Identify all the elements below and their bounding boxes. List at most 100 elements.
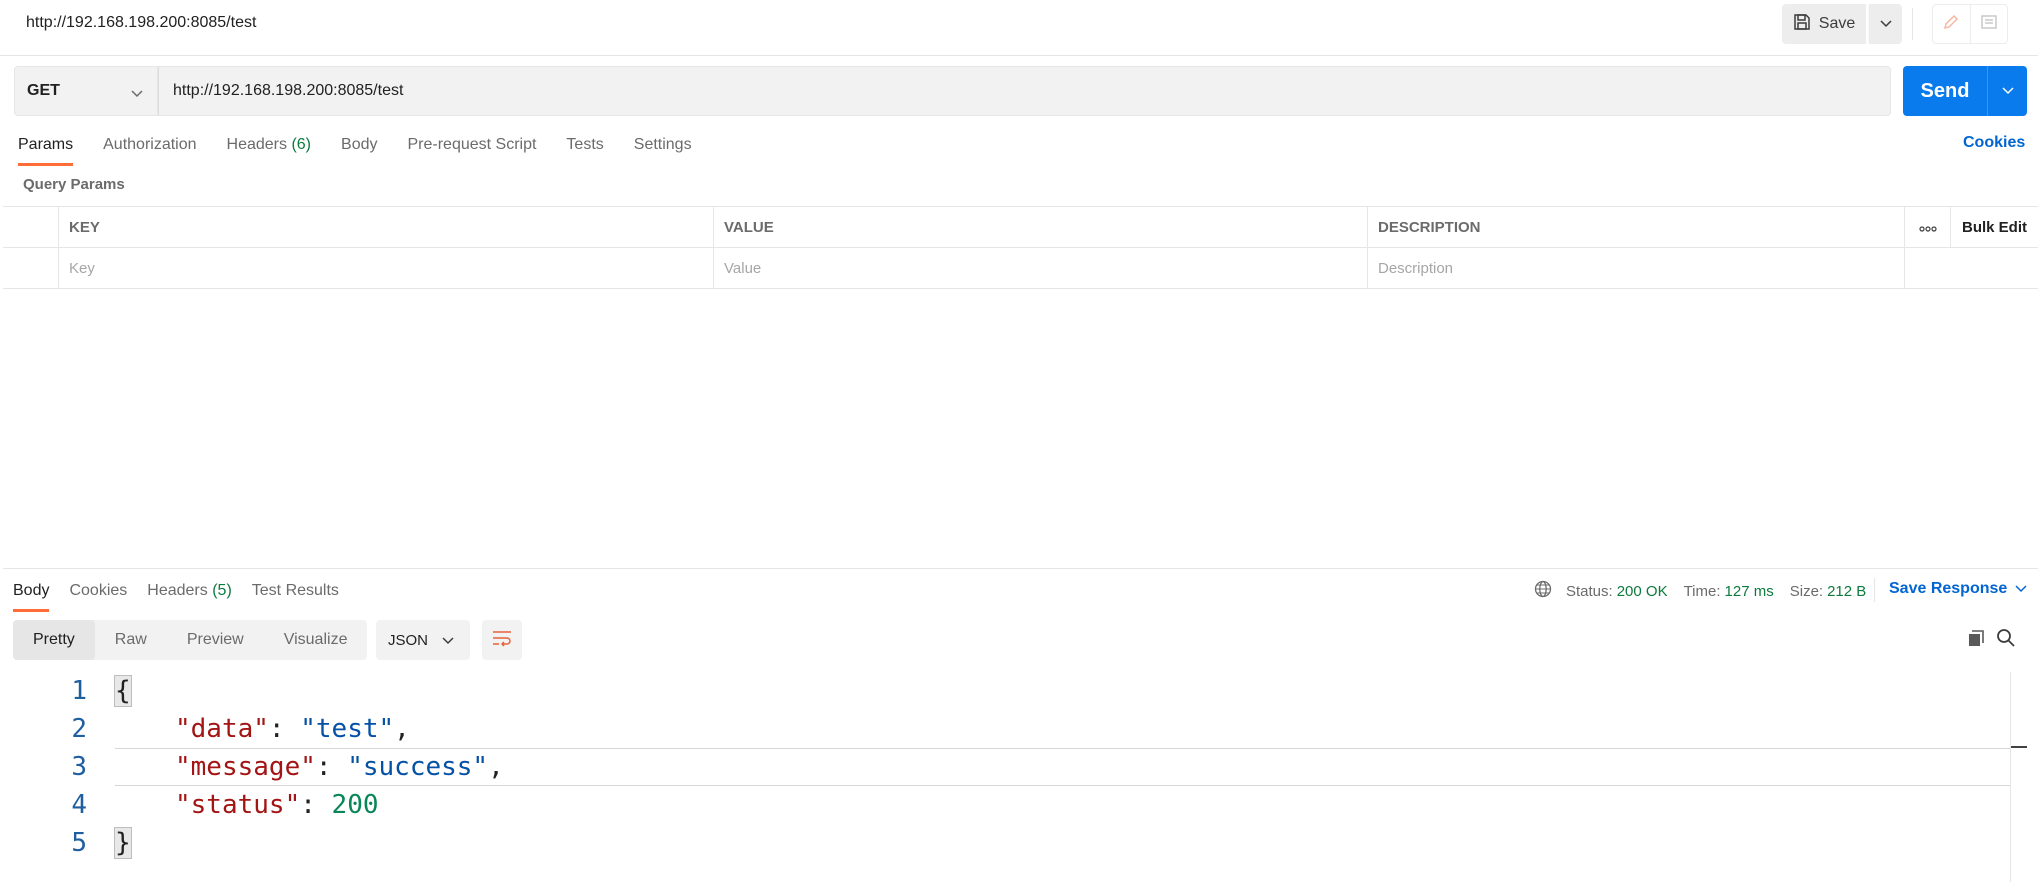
send-options-button[interactable]: [1987, 66, 2027, 116]
tab-settings[interactable]: Settings: [634, 134, 692, 166]
search-icon[interactable]: [1996, 628, 2016, 653]
json-value: 200: [331, 790, 379, 820]
column-header-key: KEY: [59, 207, 714, 247]
format-label: JSON: [388, 631, 429, 649]
query-params-title: Query Params: [23, 176, 125, 193]
code-line: 4 "status": 200: [3, 786, 2010, 824]
tab-params[interactable]: Params: [18, 134, 74, 166]
cookies-link[interactable]: Cookies: [1963, 134, 2025, 152]
code-line: 1 {: [3, 672, 2010, 710]
code-line: 2 "data": "test",: [3, 710, 2010, 748]
save-button[interactable]: Save: [1782, 4, 1866, 44]
bulk-edit-button[interactable]: Bulk Edit: [1951, 207, 2038, 247]
row-spacer: [1951, 248, 2038, 288]
more-horizontal-icon: [1918, 219, 1937, 236]
save-icon: [1793, 13, 1811, 36]
tab-pre-request-script[interactable]: Pre-request Script: [407, 134, 536, 166]
json-sep: :: [300, 790, 332, 820]
save-button-group: Save: [1782, 4, 1902, 44]
response-tab-cookies[interactable]: Cookies: [69, 580, 127, 612]
json-key: "status": [175, 790, 301, 820]
toolbar-divider: [1912, 8, 1913, 40]
code-text: "status": 200: [175, 790, 379, 820]
key-input[interactable]: Key: [59, 248, 714, 288]
line-number: 5: [71, 828, 87, 858]
time-label: Time:: [1683, 582, 1721, 600]
value-input[interactable]: Value: [714, 248, 1368, 288]
save-response-button[interactable]: Save Response: [1889, 580, 2027, 598]
description-input[interactable]: Description: [1368, 248, 1905, 288]
editor-scrollbar[interactable]: [2010, 672, 2011, 882]
side-panel-buttons: [1932, 4, 2008, 44]
edit-button[interactable]: [1933, 5, 1971, 43]
line-number: 3: [71, 752, 87, 782]
table-row: Key Value Description: [3, 248, 2038, 289]
status-value[interactable]: 200 OK: [1617, 583, 1668, 600]
view-mode-visualize[interactable]: Visualize: [264, 620, 368, 660]
line-number: 4: [71, 790, 87, 820]
format-select[interactable]: JSON: [376, 620, 470, 660]
chevron-down-icon: [2015, 580, 2027, 598]
globe-icon[interactable]: [1534, 580, 1552, 602]
line-number: 1: [71, 676, 87, 706]
method-select[interactable]: GET: [14, 66, 158, 116]
json-sep: :: [315, 752, 348, 782]
top-bar: http://192.168.198.200:8085/test Save: [0, 0, 2038, 56]
view-mode-group: Pretty Raw Preview Visualize: [13, 620, 368, 660]
code-text: "data": "test",: [175, 714, 410, 744]
time-value[interactable]: 127 ms: [1725, 583, 1774, 600]
pencil-icon: [1942, 13, 1960, 36]
code-text: {: [114, 675, 132, 707]
json-tail: ,: [394, 714, 410, 744]
response-pane-divider[interactable]: [3, 568, 2038, 569]
params-table: KEY VALUE DESCRIPTION Bulk Edit Key Valu…: [3, 206, 2038, 289]
send-button[interactable]: Send: [1903, 66, 1987, 116]
size-label: Size:: [1789, 582, 1824, 600]
brace-close: }: [114, 827, 132, 859]
json-value: "success": [347, 752, 489, 782]
view-mode-pretty[interactable]: Pretty: [13, 620, 95, 660]
size-value[interactable]: 212 B: [1827, 583, 1866, 600]
comment-icon: [1980, 13, 1998, 36]
send-button-group: Send: [1903, 66, 2027, 116]
code-line: 5 }: [3, 824, 2010, 862]
wrap-lines-button[interactable]: [482, 620, 522, 660]
column-header-value: VALUE: [714, 207, 1368, 247]
tab-body[interactable]: Body: [341, 134, 377, 166]
view-mode-preview[interactable]: Preview: [167, 620, 264, 660]
row-checkbox[interactable]: [3, 248, 59, 288]
code-text: "message": "success",: [175, 752, 504, 782]
request-tabs: Params Authorization Headers (6) Body Pr…: [18, 134, 722, 166]
view-mode-raw[interactable]: Raw: [95, 620, 167, 660]
save-label: Save: [1818, 15, 1856, 32]
chevron-down-icon: [2001, 82, 2014, 100]
url-input[interactable]: [158, 66, 1891, 116]
wrap-lines-icon: [491, 629, 513, 652]
save-response-label: Save Response: [1889, 580, 2008, 597]
tab-tests[interactable]: Tests: [566, 134, 603, 166]
brace-open: {: [114, 675, 132, 707]
request-title[interactable]: http://192.168.198.200:8085/test: [26, 14, 256, 32]
response-tab-headers[interactable]: Headers (5): [147, 580, 232, 612]
chevron-down-icon: [131, 85, 143, 103]
response-tab-test-results[interactable]: Test Results: [252, 580, 339, 612]
response-tabs: Body Cookies Headers (5) Test Results: [13, 580, 359, 612]
status-label: Status:: [1566, 582, 1613, 600]
comments-button[interactable]: [1971, 5, 2008, 43]
checkbox-column-header: [3, 207, 59, 247]
more-options-button[interactable]: [1905, 207, 1951, 247]
code-text: }: [114, 827, 132, 859]
scrollbar-marker: [2011, 746, 2027, 748]
save-options-button[interactable]: [1868, 4, 1902, 44]
response-tab-body[interactable]: Body: [13, 580, 50, 612]
json-key: "data": [175, 714, 269, 744]
json-key: "message": [175, 752, 316, 782]
response-headers-count: (5): [212, 582, 232, 599]
tab-authorization[interactable]: Authorization: [103, 134, 196, 166]
row-spacer: [1905, 248, 1951, 288]
copy-icon[interactable]: [1966, 628, 1986, 653]
tab-headers[interactable]: Headers (6): [227, 134, 312, 166]
response-body-editor[interactable]: 1 { 2 "data": "test", 3 "message": "succ…: [3, 672, 2010, 882]
json-sep: :: [268, 714, 301, 744]
code-line-current: 3 "message": "success",: [3, 748, 2010, 786]
